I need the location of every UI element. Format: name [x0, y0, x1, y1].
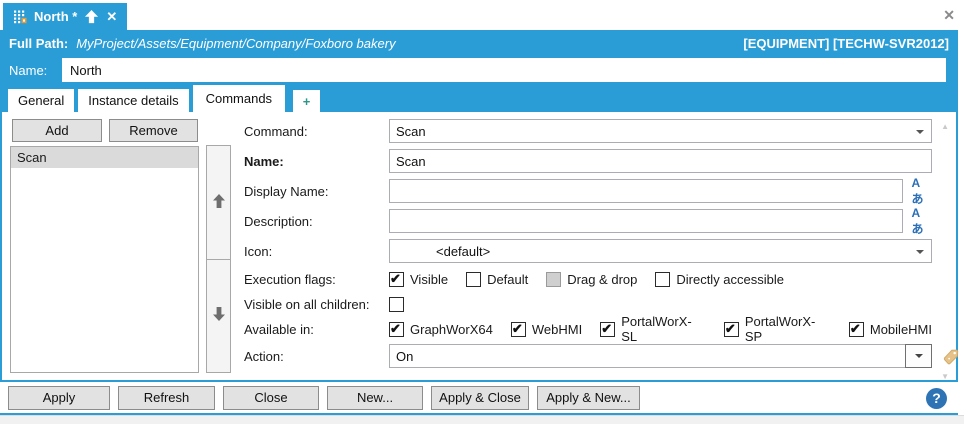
chevron-down-icon: [915, 354, 923, 358]
command-name-label: Name:: [244, 154, 389, 169]
add-command-button[interactable]: Add: [12, 119, 102, 142]
command-dropdown[interactable]: Scan: [389, 119, 932, 143]
window-close-icon[interactable]: ✕: [943, 7, 955, 23]
apply-and-new-button[interactable]: Apply & New...: [537, 386, 640, 410]
checkbox-portalworx-sp[interactable]: PortalWorX-SP: [724, 314, 831, 344]
tab-general[interactable]: General: [8, 89, 74, 112]
close-button[interactable]: Close: [223, 386, 319, 410]
checkbox-label: GraphWorX64: [410, 322, 493, 337]
checkbox-label: Default: [487, 272, 528, 287]
checkbox-box: [655, 272, 670, 287]
icon-label: Icon:: [244, 244, 389, 259]
tab-label: General: [18, 93, 64, 108]
checkbox-label: PortalWorX-SL: [621, 314, 706, 344]
description-label: Description:: [244, 214, 389, 229]
tag-browse-icon[interactable]: [941, 347, 960, 366]
checkbox-box: [724, 322, 739, 337]
checkbox-box: [849, 322, 864, 337]
checkbox-label: PortalWorX-SP: [745, 314, 831, 344]
tab-label: Instance details: [88, 93, 178, 108]
checkbox-label: Directly accessible: [676, 272, 784, 287]
full-path-value: MyProject/Assets/Equipment/Company/Foxbo…: [76, 36, 743, 51]
chevron-down-icon: [916, 250, 924, 254]
checkbox-visible[interactable]: Visible: [389, 272, 448, 287]
checkbox-box: [546, 272, 561, 287]
add-tab-button[interactable]: +: [293, 90, 320, 112]
document-tab-north[interactable]: North * ✕: [3, 3, 127, 30]
checkbox-box: [600, 322, 615, 337]
entity-header: Full Path: MyProject/Assets/Equipment/Co…: [0, 30, 958, 84]
remove-command-button[interactable]: Remove: [109, 119, 198, 142]
tab-strip: General Instance details Commands +: [0, 84, 958, 112]
move-up-button[interactable]: [206, 145, 231, 260]
refresh-button[interactable]: Refresh: [118, 386, 215, 410]
command-label: Command:: [244, 124, 389, 139]
translate-icon[interactable]: Aあ: [912, 206, 932, 237]
tab-commands[interactable]: Commands: [193, 85, 285, 112]
chevron-down-icon: [916, 130, 924, 134]
document-tab-title: North *: [34, 9, 77, 24]
checkbox-label: Visible: [410, 272, 448, 287]
down-arrow-icon: [212, 306, 226, 325]
reorder-controls: [206, 145, 231, 373]
display-name-label: Display Name:: [244, 184, 389, 199]
new-button[interactable]: New...: [327, 386, 423, 410]
checkbox-graphworx64[interactable]: GraphWorX64: [389, 322, 493, 337]
status-strip: [0, 415, 964, 424]
tab-close-icon[interactable]: ✕: [106, 9, 117, 25]
action-value: On: [396, 349, 413, 364]
checkbox-default[interactable]: Default: [466, 272, 528, 287]
checkbox-webhmi[interactable]: WebHMI: [511, 322, 582, 337]
action-combobox: On: [389, 344, 932, 368]
command-value: Scan: [396, 124, 426, 139]
full-path-label: Full Path:: [9, 36, 68, 51]
visible-on-all-children-label: Visible on all children:: [244, 297, 389, 312]
list-item-label: Scan: [17, 150, 47, 165]
tab-label: Commands: [206, 91, 272, 106]
up-arrow-icon: [212, 193, 226, 212]
commands-listbox[interactable]: Scan: [10, 146, 199, 373]
checkbox-box: [466, 272, 481, 287]
checkbox-portalworx-sl[interactable]: PortalWorX-SL: [600, 314, 706, 344]
action-value-field[interactable]: On: [389, 344, 905, 368]
execution-flags-label: Execution flags:: [244, 272, 389, 287]
tab-instance-details[interactable]: Instance details: [78, 89, 188, 112]
name-label: Name:: [9, 63, 50, 78]
command-form: ▲ ▼ Command: Scan Name: Display Name:: [244, 119, 932, 374]
commands-tab-page: Add Remove Scan: [0, 112, 958, 380]
move-down-button[interactable]: [206, 259, 231, 374]
checkbox-drag-and-drop: Drag & drop: [546, 272, 637, 287]
checkbox-directly-accessible[interactable]: Directly accessible: [655, 272, 784, 287]
name-input[interactable]: [62, 58, 946, 82]
translate-icon[interactable]: Aあ: [912, 176, 932, 207]
command-name-input[interactable]: [389, 149, 932, 173]
action-bar: Apply Refresh Close New... Apply & Close…: [0, 380, 958, 415]
checkbox-label: MobileHMI: [870, 322, 932, 337]
icon-value: <default>: [436, 244, 490, 259]
scroll-up-icon[interactable]: ▲: [941, 122, 949, 131]
context-badges: [EQUIPMENT] [TECHW-SVR2012]: [743, 36, 949, 51]
checkbox-label: WebHMI: [532, 322, 582, 337]
document-tab-strip: North * ✕ ✕: [0, 0, 964, 30]
equipment-editor-window: North * ✕ ✕ Full Path: MyProject/Assets/…: [0, 0, 964, 424]
checkbox-visible-on-all-children[interactable]: [389, 297, 404, 312]
apply-button[interactable]: Apply: [8, 386, 110, 410]
list-item-scan[interactable]: Scan: [11, 147, 198, 168]
help-icon[interactable]: ?: [926, 388, 947, 409]
icon-dropdown[interactable]: <default>: [389, 239, 932, 263]
apply-and-close-button[interactable]: Apply & Close: [431, 386, 529, 410]
checkbox-mobilehmi[interactable]: MobileHMI: [849, 322, 932, 337]
description-input[interactable]: [389, 209, 903, 233]
equipment-grid-icon: [13, 10, 27, 24]
checkbox-box: [389, 272, 404, 287]
checkbox-label: Drag & drop: [567, 272, 637, 287]
navigate-up-icon[interactable]: [84, 9, 99, 24]
available-in-label: Available in:: [244, 322, 389, 337]
checkbox-box: [389, 297, 404, 312]
display-name-input[interactable]: [389, 179, 903, 203]
action-dropdown-button[interactable]: [905, 344, 932, 368]
checkbox-box: [511, 322, 526, 337]
checkbox-box: [389, 322, 404, 337]
action-label: Action:: [244, 349, 389, 364]
